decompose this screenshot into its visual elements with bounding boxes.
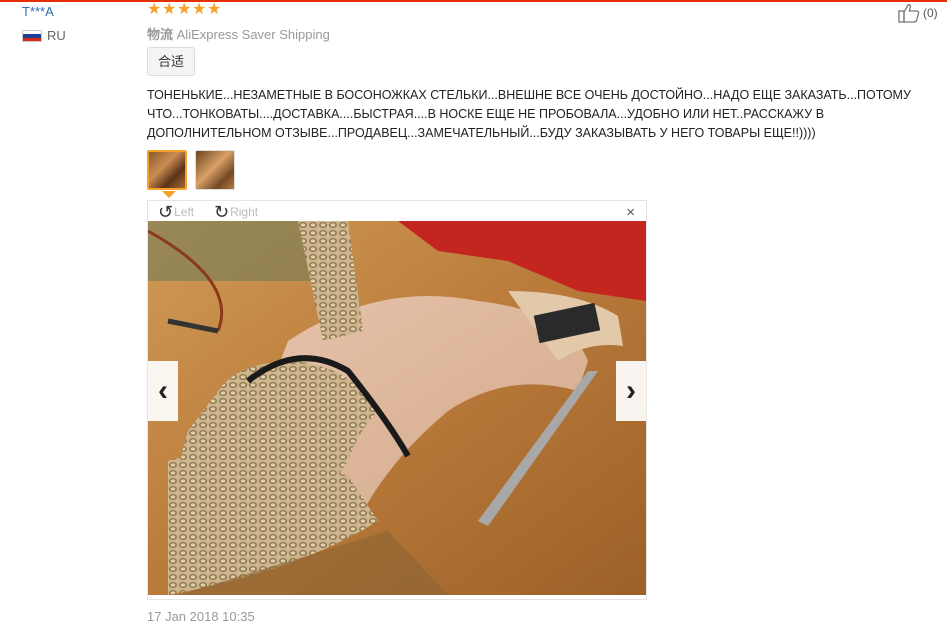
selected-thumbnail-pointer (162, 191, 176, 198)
previous-image-button[interactable]: ‹ (148, 361, 178, 421)
star-icon: ★ (177, 1, 192, 18)
star-icon: ★ (147, 1, 162, 18)
shipping-info: 物流 AliExpress Saver Shipping (147, 24, 330, 43)
chevron-right-icon: › (626, 374, 636, 407)
star-icon: ★ (192, 1, 207, 18)
review-date: 17 Jan 2018 10:35 (147, 609, 255, 624)
rotate-left-icon: ↺ (158, 202, 174, 222)
rotate-left-label: Left (174, 205, 195, 219)
close-icon[interactable]: × (626, 204, 635, 221)
russia-flag-icon (22, 30, 42, 42)
review-text: ТОНЕНЬКИЕ...НЕЗАМЕТНЫЕ В БОСОНОЖКАХ СТЕЛ… (147, 88, 911, 140)
shipping-method: AliExpress Saver Shipping (176, 27, 330, 42)
star-icon: ★ (162, 1, 177, 18)
reviewer-name[interactable]: T***A (22, 4, 54, 19)
rotate-right-button[interactable]: ↻ Right (214, 202, 259, 222)
photo-thumbnail-2[interactable] (195, 150, 235, 190)
review-photo-image (148, 221, 646, 595)
top-accent-line (0, 0, 947, 2)
star-icon: ★ (207, 1, 222, 18)
reviewer-country: RU (47, 28, 66, 43)
helpful-count: (0) (923, 6, 938, 20)
rotate-right-icon: ↻ (214, 202, 230, 222)
image-viewer: ↺ Left ↻ Right × ‹ › (147, 200, 647, 600)
rotate-right-label: Right (230, 205, 259, 219)
review-photo (148, 221, 646, 595)
thumbs-up-icon (898, 4, 920, 23)
next-image-button[interactable]: › (616, 361, 646, 421)
photo-thumbnail-1[interactable] (147, 150, 187, 190)
shipping-label: 物流 (147, 27, 174, 42)
fit-tag: 合适 (147, 47, 195, 76)
chevron-left-icon: ‹ (158, 374, 168, 407)
star-rating: ★★★★★ (147, 1, 222, 19)
rotate-left-button[interactable]: ↺ Left (158, 202, 195, 222)
helpful-button[interactable]: (0) (898, 3, 938, 23)
